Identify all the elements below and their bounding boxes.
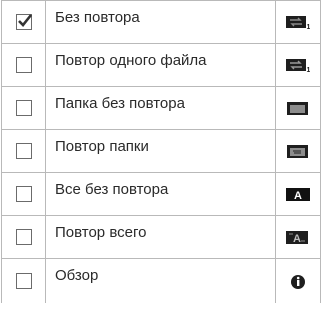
icon-cell: 1: [275, 43, 321, 87]
checkbox-cell[interactable]: [1, 86, 46, 130]
info-icon: [291, 274, 305, 289]
table-row[interactable]: Обзор: [1, 258, 321, 303]
checkbox[interactable]: [15, 56, 32, 73]
option-label-cell: Без повтора: [45, 0, 276, 44]
option-label: Повтор папки: [55, 137, 149, 155]
all-icon: A: [286, 187, 310, 202]
option-label-cell: Повтор папки: [45, 129, 276, 173]
option-label: Без повтора: [55, 8, 140, 26]
icon-cell: A: [275, 215, 321, 259]
icon-cell: [275, 258, 321, 303]
repeat-mode-table: Без повтора 1 Повтор одного файла 1 Папк…: [0, 0, 322, 309]
option-label: Все без повтора: [55, 180, 169, 198]
checkbox[interactable]: [15, 272, 32, 289]
table-row[interactable]: Повтор всего A: [1, 215, 321, 259]
option-label: Папка без повтора: [55, 94, 185, 112]
checkbox-cell[interactable]: [1, 0, 46, 44]
table-row[interactable]: Все без повтора A: [1, 172, 321, 216]
option-label-cell: Обзор: [45, 258, 276, 303]
checkbox-cell[interactable]: [1, 258, 46, 303]
option-label-cell: Все без повтора: [45, 172, 276, 216]
table-row[interactable]: Повтор одного файла 1: [1, 43, 321, 87]
checkbox[interactable]: [15, 228, 32, 245]
option-label: Обзор: [55, 267, 99, 285]
option-label-cell: Повтор одного файла: [45, 43, 276, 87]
checkbox[interactable]: [15, 185, 32, 202]
repeat-one-icon: 1: [286, 58, 311, 73]
checkbox-cell[interactable]: [1, 215, 46, 259]
svg-text:A: A: [294, 190, 302, 202]
repeat-off-icon: 1: [286, 15, 311, 30]
svg-text:1: 1: [307, 24, 311, 30]
checkbox-checked[interactable]: [15, 13, 32, 30]
table-row[interactable]: Папка без повтора: [1, 86, 321, 130]
checkbox[interactable]: [15, 142, 32, 159]
repeat-all-icon: A: [286, 230, 308, 245]
option-label-cell: Повтор всего: [45, 215, 276, 259]
option-label-cell: Папка без повтора: [45, 86, 276, 130]
checkmark-icon: [17, 13, 32, 27]
svg-text:1: 1: [307, 67, 311, 73]
folder-icon: [287, 101, 308, 115]
icon-cell: [275, 86, 321, 130]
checkbox[interactable]: [15, 99, 32, 116]
checkbox-cell[interactable]: [1, 172, 46, 216]
option-label: Повтор одного файла: [55, 51, 207, 69]
option-label: Повтор всего: [55, 223, 147, 241]
table-row[interactable]: Без повтора 1: [1, 0, 321, 44]
svg-text:A: A: [293, 233, 301, 245]
folder-repeat-icon: [287, 144, 308, 158]
icon-cell: [275, 129, 321, 173]
icon-cell: A: [275, 172, 321, 216]
checkbox-cell[interactable]: [1, 129, 46, 173]
table-row[interactable]: Повтор папки: [1, 129, 321, 173]
icon-cell: 1: [275, 0, 321, 44]
checkbox-cell[interactable]: [1, 43, 46, 87]
